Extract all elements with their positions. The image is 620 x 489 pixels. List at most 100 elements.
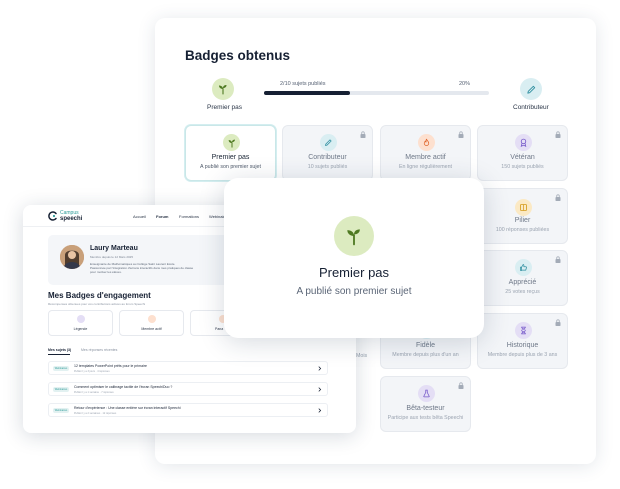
badge-title: Historique bbox=[506, 342, 539, 349]
panel-title: Badges obtenus bbox=[185, 48, 291, 63]
step-current-badge bbox=[212, 78, 234, 100]
avatar bbox=[60, 245, 84, 269]
medal-icon bbox=[520, 138, 527, 147]
popup-description: A publié son premier sujet bbox=[296, 286, 412, 297]
progress-count: 2/10 sujets publiés bbox=[280, 81, 326, 87]
topic-title: 12 templates PowerPoint prêts pour le pr… bbox=[74, 364, 147, 368]
mini-badge-membre-actif[interactable]: Membre actif bbox=[119, 310, 184, 336]
badge-card-membre-actif[interactable]: Membre actif En ligne régulièrement bbox=[380, 125, 471, 181]
chevron-right-icon bbox=[318, 387, 322, 392]
topic-category-badge: Webinaires bbox=[53, 387, 69, 392]
tab-mes-reponses[interactable]: Mes réponses récentes bbox=[81, 348, 117, 352]
badge-desc: 100 réponses publiées bbox=[495, 227, 550, 233]
badge-card-veteran[interactable]: Vétéran 150 sujets publiés bbox=[477, 125, 568, 181]
topic-title: Comment optimiser le calibrage tactile d… bbox=[74, 385, 173, 389]
sprout-icon bbox=[347, 229, 360, 246]
badge-title: Contributeur bbox=[308, 154, 347, 161]
mini-badge-label: Membre actif bbox=[141, 327, 162, 331]
avatar-photo bbox=[60, 245, 84, 269]
topic-row[interactable]: Webinaires Comment optimiser le calibrag… bbox=[48, 382, 328, 396]
nav-accueil[interactable]: Accueil bbox=[133, 214, 146, 219]
badge-title: Bêta-testeur bbox=[406, 405, 445, 412]
badge-card-apprecie[interactable]: Apprécié 25 votes reçus bbox=[477, 250, 568, 306]
badge-dot-icon bbox=[148, 315, 156, 323]
badges-section-subtitle: Récompenses obtenues pour vos contributi… bbox=[48, 302, 146, 306]
sprout-icon bbox=[219, 85, 227, 95]
lock-icon bbox=[555, 319, 561, 326]
lock-icon bbox=[360, 131, 366, 138]
badge-title: Pilier bbox=[514, 217, 531, 224]
topic-meta: Publié il y a 2 semaines · 12 réponses bbox=[74, 412, 117, 415]
topic-meta: Publié il y a 1 semaine · 7 réponses bbox=[74, 391, 114, 394]
badge-card-pilier[interactable]: Pilier 100 réponses publiées bbox=[477, 188, 568, 244]
progress-fill bbox=[264, 91, 350, 95]
user-name: Laury Marteau bbox=[90, 245, 138, 252]
lock-icon bbox=[458, 131, 464, 138]
badge-icon-circle bbox=[418, 385, 435, 402]
campus-logo-icon bbox=[48, 211, 57, 221]
badge-desc: Participe aux tests bêta Speechi bbox=[387, 415, 464, 421]
badge-title: Vétéran bbox=[510, 154, 535, 161]
badge-desc: 10 sujets publiés bbox=[307, 164, 348, 170]
lock-icon bbox=[458, 382, 464, 389]
topic-category-badge: Webinaires bbox=[53, 366, 69, 371]
popup-badge-icon bbox=[334, 216, 374, 256]
topic-row[interactable]: Webinaires 12 templates PowerPoint prêts… bbox=[48, 361, 328, 375]
badge-desc: 25 votes reçus bbox=[505, 289, 540, 295]
logo-speechi: speechi bbox=[60, 216, 83, 222]
tab-mes-sujets[interactable]: Mes sujets (3) bbox=[48, 348, 71, 352]
badge-dot-icon bbox=[77, 315, 85, 323]
chevron-right-icon bbox=[318, 408, 322, 413]
badge-icon-circle bbox=[515, 322, 532, 339]
step-next-label: Contributeur bbox=[513, 104, 549, 111]
progress-percent: 20% bbox=[459, 81, 471, 87]
book-icon bbox=[520, 204, 527, 211]
step-current-label: Premier pas bbox=[207, 104, 243, 111]
badge-desc: En ligne régulièrement bbox=[399, 164, 452, 170]
topic-category-badge: Webinaires bbox=[53, 408, 69, 413]
chevron-right-icon bbox=[318, 366, 322, 371]
lock-icon bbox=[555, 194, 561, 201]
badges-section-title: Mes Badges d'engagement bbox=[48, 291, 151, 300]
pencil-icon bbox=[526, 85, 535, 94]
sprout-icon bbox=[228, 139, 235, 148]
popup-title: Premier pas bbox=[318, 265, 390, 280]
mini-badge-legende[interactable]: Légende bbox=[48, 310, 113, 336]
badge-card-contributeur[interactable]: Contributeur 10 sujets publiés bbox=[282, 125, 373, 181]
topic-meta: Publié il y a 3 jours · 4 réponses bbox=[74, 370, 110, 373]
badge-desc: Membre depuis plus de 3 ans bbox=[487, 352, 558, 358]
badge-title: Premier pas bbox=[211, 154, 250, 161]
progress-bar bbox=[264, 91, 489, 95]
badge-card-premier-pas[interactable]: Premier pas A publié son premier sujet bbox=[185, 125, 276, 181]
nav-forum[interactable]: Forum bbox=[156, 214, 168, 219]
badge-icon-circle bbox=[223, 134, 240, 151]
step-next-badge bbox=[520, 78, 542, 100]
hourglass-icon bbox=[521, 326, 526, 335]
topic-row[interactable]: Webinaires Retour d'expérience : Une cla… bbox=[48, 403, 328, 417]
badge-desc: 150 sujets publiés bbox=[501, 164, 544, 170]
nav-formations[interactable]: Formations bbox=[179, 214, 199, 219]
badge-icon-circle bbox=[418, 134, 435, 151]
flame-icon bbox=[423, 138, 430, 146]
badge-icon-circle bbox=[515, 134, 532, 151]
lock-icon bbox=[555, 256, 561, 263]
badge-card-historique[interactable]: Historique Membre depuis plus de 3 ans bbox=[477, 313, 568, 369]
topic-title: Retour d'expérience : Une classe entière… bbox=[74, 406, 181, 410]
badge-card-beta-testeur[interactable]: Bêta-testeur Participe aux tests bêta Sp… bbox=[380, 376, 471, 432]
active-tab-underline bbox=[48, 354, 70, 355]
thumbs-up-icon bbox=[520, 264, 527, 271]
badge-title: Apprécié bbox=[508, 279, 537, 286]
badge-title: Membre actif bbox=[405, 154, 446, 161]
badge-icon-circle bbox=[320, 134, 337, 151]
flask-icon bbox=[423, 389, 430, 398]
badge-desc: A publié son premier sujet bbox=[200, 164, 261, 170]
mini-badge-label: Légende bbox=[73, 327, 88, 331]
badge-desc: Membre depuis plus d'un an bbox=[392, 352, 459, 358]
badge-detail-popup: Premier pas A publié son premier sujet bbox=[224, 178, 484, 338]
user-meta: Membre depuis le 12 Mars 2025 bbox=[90, 255, 134, 259]
partial-card-text: Mois bbox=[356, 353, 368, 359]
badge-title: Fidèle bbox=[415, 342, 436, 349]
badge-icon-circle bbox=[515, 259, 532, 276]
lock-icon bbox=[555, 131, 561, 138]
badge-icon-circle bbox=[515, 199, 532, 216]
